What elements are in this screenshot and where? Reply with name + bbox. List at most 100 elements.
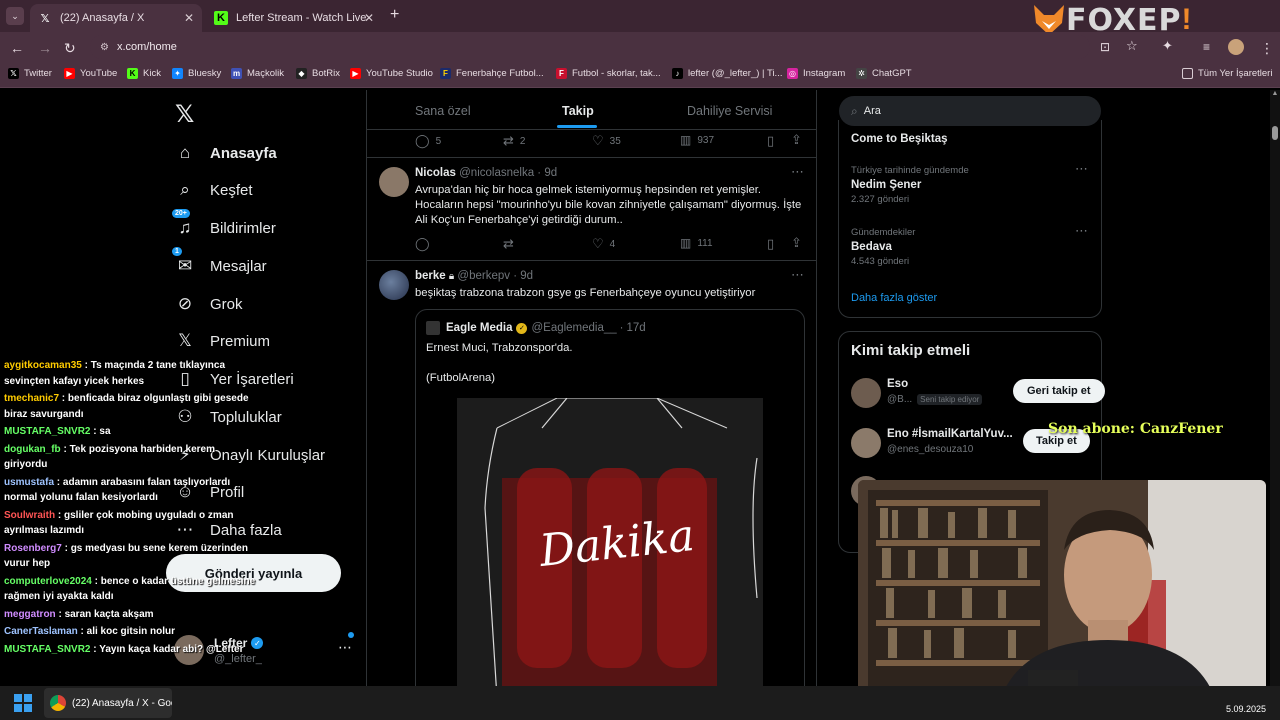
page-scrollbar[interactable]: ▲ bbox=[1270, 90, 1280, 686]
bookmark-item[interactable]: ◆ BotRix bbox=[296, 68, 340, 79]
trend-count: 2.327 gönderi bbox=[851, 194, 910, 205]
star-icon[interactable]: ☆ bbox=[1126, 38, 1138, 54]
address-bar-row: ← → ↻ ⚙ x.com/home ⊡ ☆ ✦ ≡ ⋮ bbox=[0, 32, 1280, 62]
show-more-link[interactable]: Daha fazla göster bbox=[851, 292, 937, 304]
extensions-icon[interactable]: ✦ bbox=[1162, 38, 1173, 54]
tweet-text: Avrupa'dan hiç bir hoca gelmek istemiyor… bbox=[415, 184, 802, 226]
mackolik-icon: m bbox=[231, 68, 242, 79]
views-button[interactable]: ▥ 937 bbox=[680, 133, 714, 147]
nav-item-home[interactable]: ⌂ Anasayfa bbox=[174, 142, 277, 164]
chat-text: saran kaçta akşam bbox=[64, 608, 154, 620]
forward-icon[interactable]: → bbox=[38, 40, 52, 56]
more-dots-icon[interactable]: ⋯ bbox=[338, 639, 352, 656]
menu-icon[interactable]: ⋮ bbox=[1260, 40, 1274, 57]
botrix-icon: ◆ bbox=[296, 68, 307, 79]
author-handle[interactable]: @berkepv bbox=[457, 270, 510, 282]
taskbar-date[interactable]: 5.09.2025 bbox=[1226, 704, 1266, 714]
separator-dot: · bbox=[619, 322, 624, 334]
trend-context: Türkiye tarihinde gündemde bbox=[851, 165, 969, 176]
x-logo-icon[interactable]: 𝕏 bbox=[175, 100, 194, 129]
back-icon[interactable]: ← bbox=[10, 40, 24, 56]
close-tab-icon[interactable]: ✕ bbox=[364, 11, 374, 25]
reply-button[interactable]: ◯ bbox=[415, 236, 430, 252]
reload-icon[interactable]: ↻ bbox=[64, 40, 76, 57]
scroll-up-icon[interactable]: ▲ bbox=[1270, 90, 1280, 97]
tab-search-button[interactable]: ⌄ bbox=[6, 7, 24, 25]
quoted-tweet[interactable]: Eagle Media ✓ @Eaglemedia__ · 17d Ernest… bbox=[415, 309, 805, 686]
tweet-time[interactable]: 9d bbox=[520, 270, 533, 282]
bookmark-item[interactable]: ▶ YouTube bbox=[64, 68, 117, 79]
bookmark-item[interactable]: ✦ Bluesky bbox=[172, 68, 221, 79]
bookmark-item[interactable]: F Futbol - skorlar, tak... bbox=[556, 68, 661, 79]
tab-dahiliye[interactable]: Dahiliye Servisi bbox=[687, 104, 772, 118]
chat-username: meggatron bbox=[4, 608, 56, 620]
url-bar[interactable]: ⚙ x.com/home bbox=[90, 35, 1090, 59]
bookmark-item[interactable]: ◎ Instagram bbox=[787, 68, 845, 79]
share-icon[interactable]: ⇪ bbox=[791, 132, 802, 148]
bookmark-item[interactable]: K Kick bbox=[127, 68, 161, 79]
nav-item-mail[interactable]: ✉ 1 Mesajlar bbox=[172, 247, 267, 277]
like-button[interactable]: ♡ 35 bbox=[592, 133, 621, 149]
nav-label: Keşfet bbox=[210, 181, 253, 199]
browser-tab[interactable]: K Lefter Stream - Watch Live on K ✕ bbox=[206, 4, 382, 32]
scrollbar-thumb[interactable] bbox=[1272, 126, 1278, 140]
repost-button[interactable]: ⇄ bbox=[503, 236, 514, 252]
bookmark-item[interactable]: ▶ YouTube Studio bbox=[350, 68, 433, 79]
author-name[interactable]: Nicolas bbox=[415, 167, 456, 179]
trend-context: Gündemdekiler bbox=[851, 227, 916, 238]
nav-item-grok[interactable]: ⊘ Grok bbox=[174, 293, 243, 315]
trend-item[interactable]: Türkiye tarihinde gündemde Nedim Şener 2… bbox=[851, 161, 1091, 205]
trends-card: Come to Beşiktaş Türkiye tarihinde günde… bbox=[838, 120, 1102, 318]
nav-item-x-logo[interactable]: 𝕏 Premium bbox=[174, 330, 270, 352]
author-name[interactable]: berke bbox=[415, 270, 446, 282]
trend-more-icon[interactable]: ⋯ bbox=[1075, 223, 1088, 239]
bookmark-item[interactable]: F Fenerbahçe Futbol... bbox=[440, 68, 544, 79]
taskbar-chrome-app[interactable]: (22) Anasayfa / X - Goo bbox=[44, 688, 172, 718]
nav-item-search[interactable]: ⌕ Keşfet bbox=[174, 179, 253, 201]
tweet[interactable]: Nicolas @nicolasnelka · 9d ⋯ Avrupa'dan … bbox=[367, 158, 816, 261]
share-icon[interactable]: ⇪ bbox=[791, 235, 802, 251]
bookmark-item[interactable]: ♪ lefter (@_lefter_) | Ti... bbox=[672, 68, 782, 79]
all-bookmarks-folder[interactable]: Tüm Yer İşaretleri bbox=[1182, 68, 1272, 79]
bookmark-icon[interactable]: ▯ bbox=[767, 133, 774, 149]
trend-item[interactable]: Come to Beşiktaş bbox=[851, 133, 948, 145]
site-info-icon[interactable]: ⚙ bbox=[100, 42, 109, 53]
like-button[interactable]: ♡ 4 bbox=[592, 236, 615, 252]
tweet[interactable]: berke 🔒︎ @berkepv · 9d ⋯ beşiktaş trabzo… bbox=[367, 261, 816, 686]
tweet-more-icon[interactable]: ⋯ bbox=[791, 164, 804, 180]
tweet-more-icon[interactable]: ⋯ bbox=[791, 267, 804, 283]
windows-start-icon[interactable] bbox=[14, 694, 32, 712]
chat-message: Soulwraith : gsliler çok mobing uyguladı… bbox=[0, 507, 260, 540]
tweet-time[interactable]: 9d bbox=[544, 167, 557, 179]
bookmark-item[interactable]: ✲ ChatGPT bbox=[856, 68, 912, 79]
browser-tab-active[interactable]: 𝕏 (22) Anasayfa / X ✕ bbox=[30, 4, 202, 32]
author-handle[interactable]: @nicolasnelka bbox=[459, 167, 534, 179]
tweet-header: berke 🔒︎ @berkepv · 9d bbox=[415, 270, 533, 282]
views-icon: ▥ bbox=[680, 133, 692, 147]
follows-you-badge: Seni takip ediyor bbox=[917, 394, 983, 405]
trend-more-icon[interactable]: ⋯ bbox=[1075, 161, 1088, 177]
follow-suggestion[interactable]: Eso @B... Seni takip ediyor Geri takip e… bbox=[851, 376, 1105, 410]
media-icon[interactable]: ≡ bbox=[1203, 40, 1210, 54]
views-button[interactable]: ▥ 111 bbox=[680, 236, 713, 250]
profile-avatar[interactable] bbox=[1228, 39, 1244, 55]
bookmark-item[interactable]: 𝕏 Twitter bbox=[8, 68, 52, 79]
quote-text-line1: Ernest Muci, Trabzonspor'da. bbox=[426, 342, 573, 354]
tab-following[interactable]: Takip bbox=[562, 104, 594, 118]
tweet-text: beşiktaş trabzona trabzon gsye gs Fenerb… bbox=[415, 287, 756, 299]
repost-icon: ⇄ bbox=[503, 133, 514, 148]
repost-button[interactable]: ⇄ 2 bbox=[503, 133, 525, 149]
quote-image[interactable]: Dakika bbox=[457, 398, 763, 686]
bookmark-icon[interactable]: ▯ bbox=[767, 236, 774, 252]
tab-for-you[interactable]: Sana özel bbox=[415, 104, 471, 118]
follow-back-button[interactable]: Geri takip et bbox=[1013, 379, 1105, 403]
nav-item-bell[interactable]: ♫ 20+ Bildirimler bbox=[172, 209, 276, 239]
bookmark-item[interactable]: m Maçkolik bbox=[231, 68, 284, 79]
close-tab-icon[interactable]: ✕ bbox=[184, 11, 194, 25]
chat-username: usmustafa bbox=[4, 476, 55, 488]
trend-item[interactable]: Gündemdekiler Bedava 4.543 gönderi ⋯ bbox=[851, 223, 1091, 267]
prev-tweet-actions: ◯ 5 ⇄ 2 ♡ 35 ▥ 937 ▯ ⇪ bbox=[367, 130, 816, 158]
install-icon[interactable]: ⊡ bbox=[1100, 40, 1110, 54]
reply-button[interactable]: ◯ 5 bbox=[415, 133, 441, 149]
new-tab-button[interactable]: + bbox=[390, 6, 399, 24]
